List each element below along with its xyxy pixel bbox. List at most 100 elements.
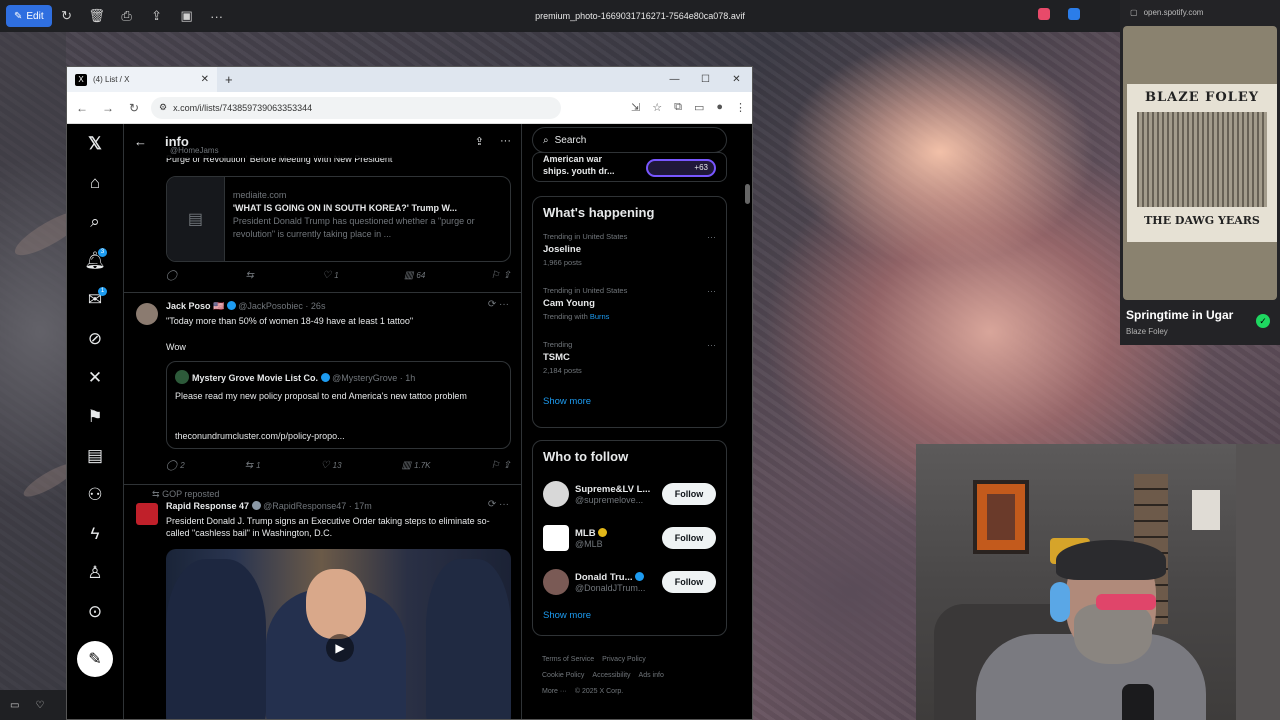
footer-link[interactable]: Privacy Policy <box>602 656 646 663</box>
author-handle[interactable]: @RapidResponse47 · 17m <box>263 501 372 511</box>
show-more-link[interactable]: Show more <box>533 604 726 631</box>
trend-more-icon[interactable]: ··· <box>707 232 716 242</box>
communities-icon[interactable]: ⚇ <box>75 475 115 514</box>
avatar[interactable] <box>543 569 569 595</box>
like-button[interactable]: ♡ 13 <box>321 460 342 471</box>
trend-item[interactable]: Trending in United States Joseline 1,966… <box>533 228 726 282</box>
views-button[interactable]: ▥ 64 <box>404 270 425 281</box>
space-listeners-pill[interactable]: +63 <box>646 159 716 177</box>
profile-icon[interactable]: ● <box>716 101 723 114</box>
grok-icon[interactable]: ⊘ <box>75 319 115 358</box>
explore-icon[interactable]: ⌕ <box>75 202 115 241</box>
author-name[interactable]: Jack Poso 🇺🇸 <box>166 301 224 311</box>
profile-nav-icon[interactable]: ♙ <box>75 553 115 592</box>
link-preview-card[interactable]: ▤ mediaite.com 'WHAT IS GOING ON IN SOUT… <box>166 176 511 262</box>
close-window-icon[interactable]: ✕ <box>721 74 752 85</box>
repost-button[interactable]: ⇆ 1 <box>245 460 261 471</box>
verified-orgs-icon[interactable]: ϟ <box>75 514 115 553</box>
follow-suggestion[interactable]: Donald Tru... @DonaldJTrum... Follow <box>533 560 726 604</box>
x-premium-icon[interactable]: ✕ <box>75 358 115 397</box>
rotate-icon[interactable]: ↻ <box>52 8 82 24</box>
share-icon[interactable]: ⇪ <box>142 8 172 24</box>
trend-item[interactable]: Trending TSMC 2,184 posts ··· <box>533 336 726 390</box>
follow-button[interactable]: Follow <box>662 571 716 593</box>
footer-link[interactable]: Ads info <box>639 672 664 679</box>
bookmark-button[interactable]: ⚐ ⇪ <box>491 460 511 471</box>
search-input[interactable]: ⌕ Search <box>532 127 727 153</box>
footer-link[interactable]: More ··· <box>542 688 567 695</box>
copilot-icon[interactable] <box>1038 8 1050 20</box>
more-nav-icon[interactable]: ⊙ <box>75 592 115 631</box>
sidebar-icon[interactable]: ▭ <box>694 101 704 114</box>
url-field[interactable]: ⚙ x.com/i/lists/743859739063353344 <box>151 96 561 119</box>
footer-link[interactable]: Accessibility <box>592 672 630 679</box>
delete-icon[interactable]: 🗑 <box>82 8 112 24</box>
close-tab-icon[interactable]: ✕ <box>201 74 209 85</box>
saved-check-icon[interactable]: ✓ <box>1256 314 1270 328</box>
like-button[interactable]: ♡ 1 <box>322 270 338 281</box>
trend-item[interactable]: Trending in United States Cam Young Tren… <box>533 282 726 336</box>
album-art[interactable]: BLAZE FOLEY THE DAWG YEARS <box>1123 26 1277 300</box>
edit-button[interactable]: ✎ Edit <box>6 5 52 27</box>
site-info-icon[interactable]: ⚙ <box>159 102 167 113</box>
back-icon[interactable]: ← <box>73 101 91 115</box>
author-handle[interactable]: @JackPosobiec · 26s <box>238 301 325 311</box>
follow-suggestion[interactable]: MLB @MLB Follow <box>533 516 726 560</box>
follow-suggestion[interactable]: Supreme&LV L... @supremelove... Follow <box>533 472 726 516</box>
video-player[interactable]: ▶ <box>166 549 511 719</box>
show-more-link[interactable]: Show more <box>533 390 726 417</box>
author-name[interactable]: Rapid Response 47 <box>166 501 249 511</box>
forward-icon[interactable]: → <box>99 101 117 115</box>
slideshow-icon[interactable]: ▣ <box>172 8 202 24</box>
bookmark-button[interactable]: ⚐ ⇪ <box>491 270 511 281</box>
reply-button[interactable]: ◯ 2 <box>166 460 185 471</box>
post-more-icon[interactable]: ⟳ ··· <box>488 499 509 510</box>
avatar[interactable] <box>136 303 158 325</box>
x-logo-icon[interactable]: 𝕏 <box>75 124 115 163</box>
maximize-icon[interactable]: ☐ <box>690 74 721 85</box>
timeline-post[interactable]: Jack Poso 🇺🇸 @JackPosobiec · 26s ⟳ ··· "… <box>124 292 521 484</box>
designer-icon[interactable] <box>1068 8 1080 20</box>
footer-link[interactable]: Cookie Policy <box>542 672 584 679</box>
repost-button[interactable]: ⇆ <box>246 270 257 281</box>
footer-link[interactable]: Terms of Service <box>542 656 594 663</box>
install-icon[interactable]: ⇲ <box>631 101 640 114</box>
bookmark-star-icon[interactable]: ☆ <box>652 101 662 114</box>
scrollbar-thumb[interactable] <box>745 184 750 204</box>
favorite-icon[interactable]: ♡ <box>35 700 44 711</box>
avatar[interactable] <box>543 525 569 551</box>
follow-button[interactable]: Follow <box>662 483 716 505</box>
notifications-icon[interactable]: 🔔︎ 3 <box>75 241 115 280</box>
home-icon[interactable]: ⌂ <box>75 163 115 202</box>
jobs-icon[interactable]: ▤ <box>75 436 115 475</box>
post-more-icon[interactable]: ⟳ ··· <box>488 299 509 310</box>
print-icon[interactable]: ⎙ <box>112 8 142 24</box>
extensions-icon[interactable]: ⧉ <box>674 101 682 114</box>
trend-with-link[interactable]: Burns <box>590 312 610 321</box>
track-artist[interactable]: Blaze Foley <box>1126 327 1168 336</box>
views-button[interactable]: ▥ 1.7K <box>402 460 431 471</box>
filmstrip-icon[interactable]: ▭ <box>10 700 19 711</box>
reload-icon[interactable]: ↻ <box>125 101 143 115</box>
tab-x-list[interactable]: X (4) List / X ✕ <box>67 67 217 92</box>
back-arrow-icon[interactable]: ← <box>134 134 147 149</box>
trend-more-icon[interactable]: ··· <box>707 286 716 296</box>
avatar[interactable] <box>136 503 158 525</box>
avatar[interactable] <box>543 481 569 507</box>
new-tab-icon[interactable]: + <box>225 72 233 87</box>
bookmarks-icon[interactable]: ⚑ <box>75 397 115 436</box>
play-icon[interactable]: ▶ <box>326 634 354 662</box>
share-list-icon[interactable]: ⇪ <box>475 135 484 148</box>
minimize-icon[interactable]: — <box>659 74 690 85</box>
list-more-icon[interactable]: ··· <box>500 135 511 148</box>
compose-post-button[interactable]: ✎ <box>77 641 113 677</box>
messages-icon[interactable]: ✉ 1 <box>75 280 115 319</box>
follow-button[interactable]: Follow <box>662 527 716 549</box>
reply-button[interactable]: ◯ <box>166 270 180 281</box>
live-spaces-card[interactable]: American war ships. youth dr... +63 <box>532 152 727 182</box>
more-icon[interactable]: ··· <box>202 9 232 24</box>
timeline-post[interactable]: ⇆ GOP reposted Rapid Response 47 @RapidR… <box>124 484 521 719</box>
quoted-post[interactable]: Mystery Grove Movie List Co. @MysteryGro… <box>166 361 511 449</box>
menu-icon[interactable]: ⋮ <box>735 101 746 114</box>
quote-link[interactable]: theconundrumcluster.com/p/policy-propo..… <box>175 431 345 441</box>
